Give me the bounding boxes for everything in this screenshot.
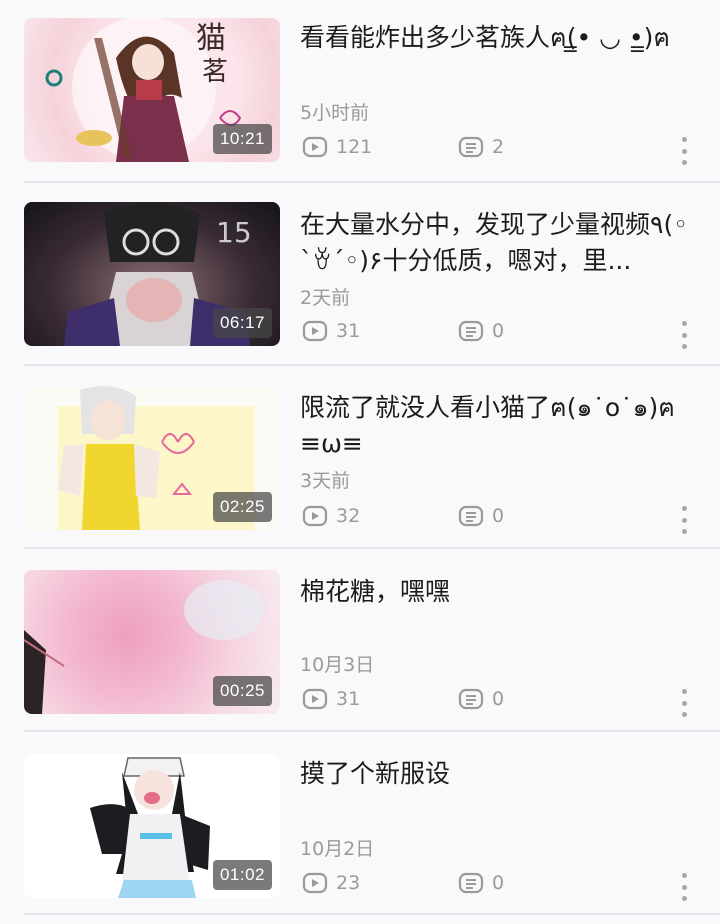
video-item[interactable]: 猫 茗 10:21 看看能炸出多少茗族人ฅ(̳• ◡ •̳)ฅ 5小时前 121… xyxy=(0,0,720,183)
comment-count-value: 0 xyxy=(492,688,505,710)
comment-count-icon xyxy=(458,505,484,527)
video-title[interactable]: 棉花糖，嘿嘿 xyxy=(300,574,692,610)
video-thumbnail[interactable]: 00:25 xyxy=(24,570,280,714)
play-count-value: 31 xyxy=(336,320,361,342)
video-item[interactable]: 01:02 摸了个新服设 10月2日 23 0 xyxy=(0,732,720,915)
comment-count: 2 xyxy=(458,134,504,160)
comment-count-icon xyxy=(458,320,484,342)
duration-badge: 10:21 xyxy=(212,124,272,154)
video-item[interactable]: 15 06:17 在大量水分中，发现了少量视频٩(◦`ꈊ´◦)۶十分低质，嗯对，… xyxy=(0,183,720,366)
comment-count: 0 xyxy=(458,318,504,344)
duration-badge: 01:02 xyxy=(212,860,272,890)
more-vertical-icon[interactable] xyxy=(672,318,696,352)
comment-count: 0 xyxy=(458,870,504,896)
play-count: 31 xyxy=(302,686,360,712)
comment-count-icon xyxy=(458,688,484,710)
play-count-icon xyxy=(302,136,328,158)
play-count-icon xyxy=(302,872,328,894)
video-item[interactable]: 02:25 限流了就没人看小猫了ฅ(๑˙o˙๑)ฅ≡ω≡ 3天前 32 0 xyxy=(0,366,720,549)
comment-count-icon xyxy=(458,136,484,158)
play-count: 31 xyxy=(302,318,360,344)
comment-count-value: 0 xyxy=(492,872,505,894)
play-count-icon xyxy=(302,688,328,710)
duration-badge: 00:25 xyxy=(212,676,272,706)
publish-date: 10月2日 xyxy=(300,838,375,860)
play-count-value: 121 xyxy=(336,136,373,158)
play-count: 32 xyxy=(302,503,360,529)
play-count: 23 xyxy=(302,870,360,896)
publish-date: 10月3日 xyxy=(300,654,375,676)
video-thumbnail[interactable]: 15 06:17 xyxy=(24,202,280,346)
video-list: 猫 茗 10:21 看看能炸出多少茗族人ฅ(̳• ◡ •̳)ฅ 5小时前 121… xyxy=(0,0,720,924)
more-vertical-icon[interactable] xyxy=(672,686,696,720)
svg-text:15: 15 xyxy=(216,216,252,249)
play-count-value: 32 xyxy=(336,505,361,527)
play-count-icon xyxy=(302,320,328,342)
publish-date: 5小时前 xyxy=(300,102,370,124)
duration-badge: 02:25 xyxy=(212,492,272,522)
video-item[interactable]: 00:25 棉花糖，嘿嘿 10月3日 31 0 xyxy=(0,549,720,732)
video-thumbnail[interactable]: 02:25 xyxy=(24,386,280,530)
comment-count-value: 2 xyxy=(492,136,505,158)
svg-text:茗: 茗 xyxy=(202,57,228,87)
video-title[interactable]: 摸了个新服设 xyxy=(300,756,692,792)
duration-badge: 06:17 xyxy=(212,308,272,338)
comment-count-value: 0 xyxy=(492,505,505,527)
video-thumbnail[interactable]: 01:02 xyxy=(24,754,280,898)
play-count-value: 31 xyxy=(336,688,361,710)
video-title[interactable]: 限流了就没人看小猫了ฅ(๑˙o˙๑)ฅ≡ω≡ xyxy=(300,390,692,462)
video-title[interactable]: 在大量水分中，发现了少量视频٩(◦`ꈊ´◦)۶十分低质，嗯对，里... xyxy=(300,207,692,279)
publish-date: 2天前 xyxy=(300,287,351,309)
more-vertical-icon[interactable] xyxy=(672,503,696,537)
video-title[interactable]: 看看能炸出多少茗族人ฅ(̳• ◡ •̳)ฅ xyxy=(300,20,692,56)
comment-count: 0 xyxy=(458,503,504,529)
svg-text:猫: 猫 xyxy=(196,21,226,56)
comment-count-value: 0 xyxy=(492,320,505,342)
more-vertical-icon[interactable] xyxy=(672,134,696,168)
more-vertical-icon[interactable] xyxy=(672,870,696,904)
video-thumbnail[interactable]: 猫 茗 10:21 xyxy=(24,18,280,162)
divider xyxy=(24,913,720,915)
play-count: 121 xyxy=(302,134,372,160)
play-count-icon xyxy=(302,505,328,527)
comment-count-icon xyxy=(458,872,484,894)
publish-date: 3天前 xyxy=(300,470,351,492)
play-count-value: 23 xyxy=(336,872,361,894)
comment-count: 0 xyxy=(458,686,504,712)
